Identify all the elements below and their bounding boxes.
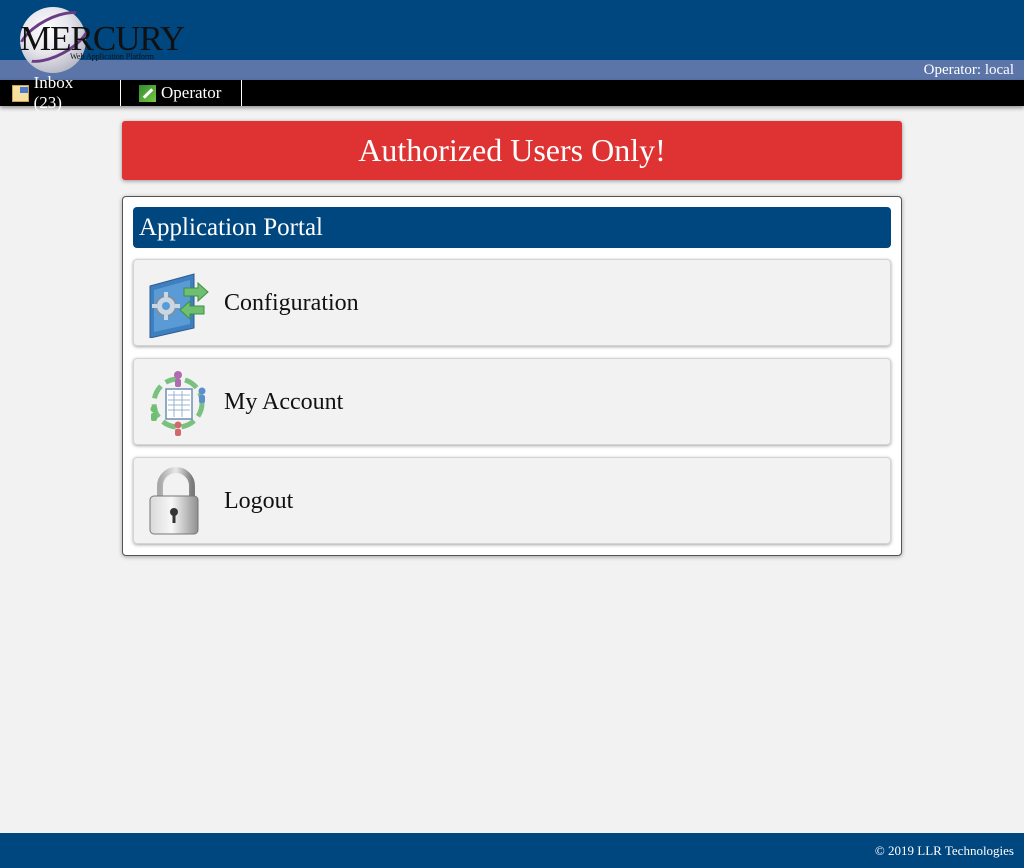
portal-item-label: Logout xyxy=(224,488,294,514)
portal-item-configuration[interactable]: Configuration xyxy=(133,259,891,346)
portal-title: Application Portal xyxy=(133,207,891,248)
configuration-icon xyxy=(144,268,212,339)
portal-item-label: Configuration xyxy=(224,290,359,316)
copyright-text: © 2019 LLR Technologies xyxy=(874,843,1014,858)
mercury-logo[interactable]: MERCURY Web Application Platform xyxy=(9,0,189,75)
nav-item-label: Operator xyxy=(161,83,222,102)
padlock-icon xyxy=(144,466,212,536)
operator-status: Operator: local xyxy=(923,62,1014,78)
nav-item-inbox[interactable]: Inbox (23) xyxy=(0,73,121,112)
application-portal-panel: Application Portal Configuration My Acco… xyxy=(122,196,902,556)
portal-item-label: My Account xyxy=(224,389,344,415)
nav-item-label: Inbox (23) xyxy=(33,73,74,112)
nav-item-operator[interactable]: Operator xyxy=(121,80,242,106)
logo-subtitle: Web Application Platform xyxy=(70,52,154,61)
main-navbar: Inbox (23) Operator xyxy=(0,73,1024,112)
portal-item-logout[interactable]: Logout xyxy=(133,457,891,544)
portal-item-my-account[interactable]: My Account xyxy=(133,358,891,445)
authorized-users-banner: Authorized Users Only! xyxy=(122,121,902,180)
inbox-icon xyxy=(12,84,29,102)
footer-bar: © 2019 LLR Technologies xyxy=(0,833,1024,868)
account-icon xyxy=(144,367,212,437)
key-icon xyxy=(139,84,156,102)
